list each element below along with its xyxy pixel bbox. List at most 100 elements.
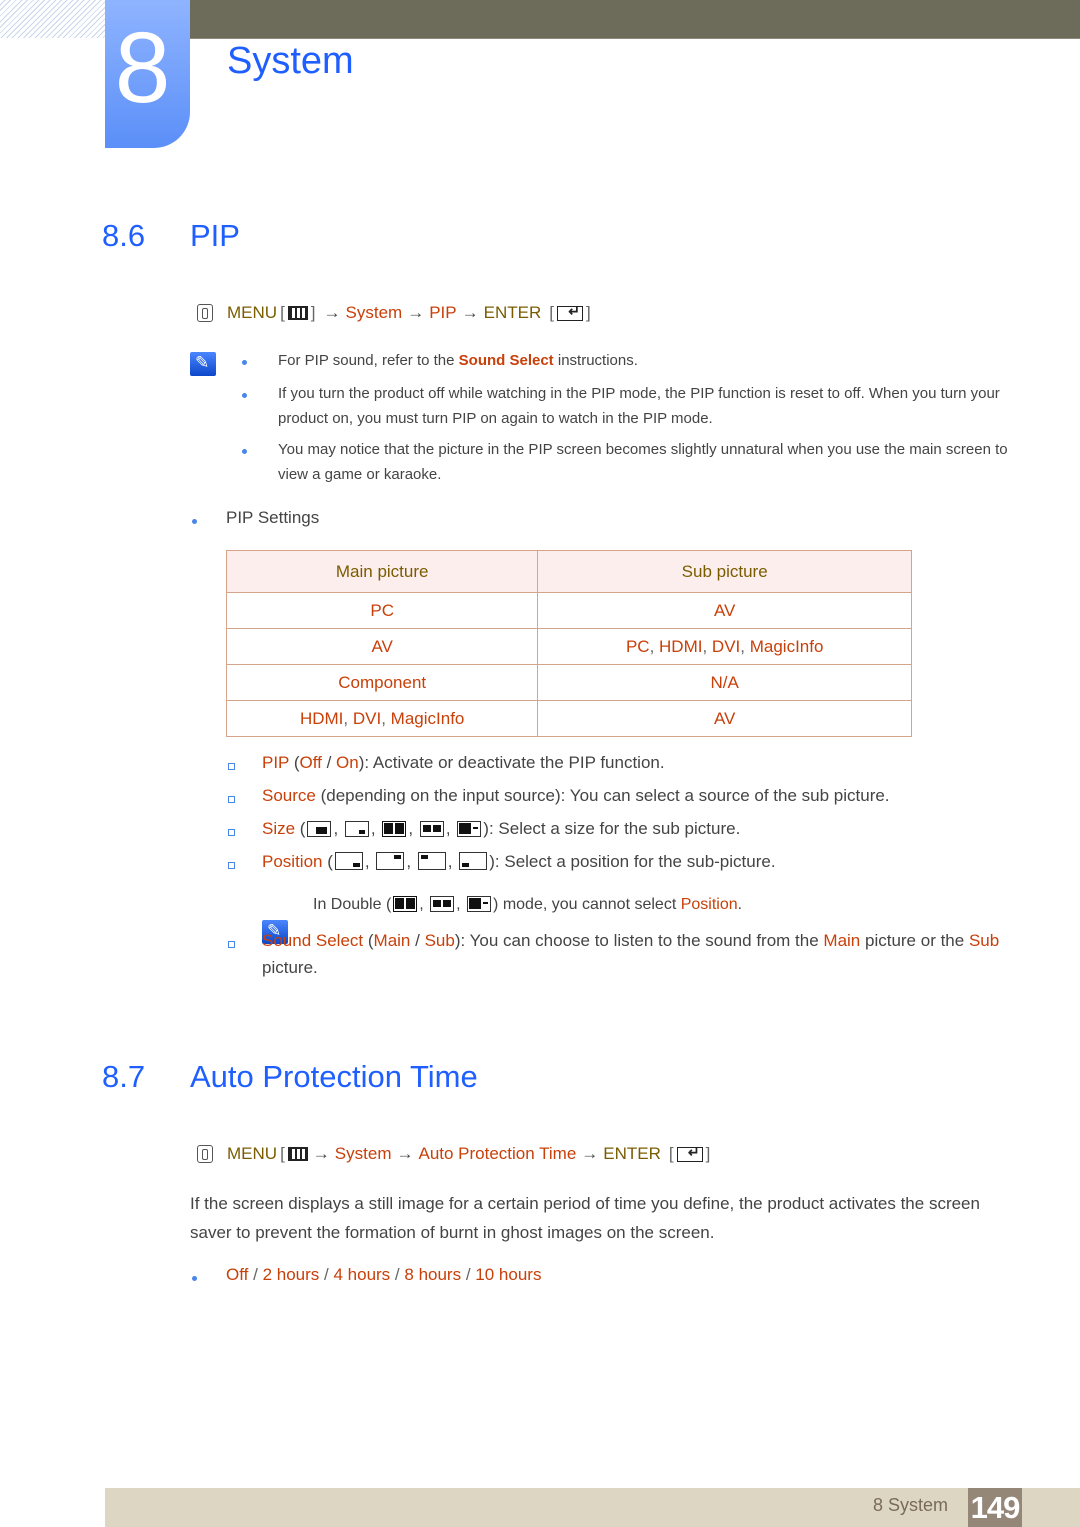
path-step: System [345, 303, 403, 322]
auto-protection-options: Off / 2 hours / 4 hours / 8 hours / 10 h… [226, 1261, 541, 1289]
separator: , [740, 636, 750, 656]
double-mode-note: In Double (, , ) mode, you cannot select… [313, 896, 743, 913]
table-cell-sub: AV [537, 700, 912, 737]
table-row: AV PC, HDMI, DVI, MagicInfo [225, 628, 912, 665]
option-desc: (depending on the input source): You can… [315, 786, 890, 805]
table-cell-sub: N/A [537, 664, 912, 701]
option-source: Source (depending on the input source): … [262, 782, 890, 810]
option-value: Main [373, 931, 411, 950]
option-value: 2 hours [262, 1265, 320, 1284]
note-text: For PIP sound, refer to the [278, 352, 459, 369]
option-value: 8 hours [404, 1265, 462, 1284]
chapter-number: 8 [114, 12, 171, 124]
option-desc: : Select a position for the sub-picture. [494, 852, 776, 871]
table-cell-sub: AV [537, 592, 912, 629]
enter-label: ENTER [603, 1144, 661, 1163]
table-header: Main picture [225, 550, 539, 593]
option-name: Sound Select [262, 931, 364, 950]
bullet-icon [242, 360, 247, 365]
option-name: Source [262, 786, 316, 805]
cell-value: DVI [711, 636, 741, 656]
separator: , [649, 636, 660, 656]
option-desc: : You can choose to listen to the sound … [460, 931, 824, 950]
cell-value: PC [370, 600, 394, 620]
enter-label: ENTER [483, 303, 542, 322]
table-row: PC AV [225, 592, 912, 629]
size-large-pip-icon [307, 821, 332, 837]
cell-value: MagicInfo [390, 708, 465, 728]
size-double-split-icon [393, 896, 418, 912]
option-desc: : Activate or deactivate the PIP functio… [364, 753, 665, 772]
position-top-right-icon [376, 852, 405, 870]
bullet-icon [242, 449, 247, 454]
page-number: 149 [968, 1488, 1022, 1527]
remote-hand-icon [197, 1145, 213, 1163]
table-row: HDMI, DVI, MagicInfo AV [225, 700, 912, 737]
square-bullet-icon [228, 796, 235, 803]
cell-value: MagicInfo [749, 636, 824, 656]
enter-icon [676, 1144, 703, 1162]
table-cell-main: HDMI, DVI, MagicInfo [225, 700, 539, 737]
separator: , [381, 708, 391, 728]
option-name: Position [262, 852, 323, 871]
cell-value: HDMI [659, 636, 703, 656]
table-cell-sub: PC, HDMI, DVI, MagicInfo [537, 628, 912, 665]
separator: / [253, 1265, 258, 1284]
separator: , [343, 708, 353, 728]
option-value: Main [823, 931, 861, 950]
bullet-icon [192, 1276, 197, 1281]
remote-hand-icon [197, 304, 213, 322]
cell-value: DVI [352, 708, 382, 728]
option-value: Off [226, 1265, 249, 1284]
note-text: ) mode, you cannot select [493, 896, 681, 913]
bracket: [ [280, 303, 285, 322]
chapter-title: System [227, 40, 354, 82]
arrow-icon: → [323, 303, 341, 322]
size-double-boxed-icon [419, 821, 444, 837]
header-bar [190, 0, 1080, 39]
table-cell-main: AV [225, 628, 539, 665]
table-row: Component N/A [225, 664, 912, 701]
size-double-large-small-icon [457, 821, 482, 837]
option-value: On [336, 753, 359, 772]
cell-value: N/A [710, 672, 739, 692]
table-header: Sub picture [537, 550, 912, 593]
size-small-pip-icon [344, 821, 369, 837]
position-link: Position [680, 896, 738, 913]
option-sound-select: Sound Select (Main / Sub): You can choos… [262, 931, 1000, 977]
bracket: [ [280, 1144, 285, 1163]
menu-path: MENU [ → System → Auto Protection Time →… [197, 1144, 713, 1164]
arrow-icon: → [312, 1144, 330, 1163]
option-size: Size (, , , , ): Select a size for the s… [262, 819, 741, 838]
option-value: Sub [424, 931, 455, 950]
bracket: ] [705, 1144, 711, 1163]
path-step: System [334, 1144, 392, 1163]
option-name: PIP [262, 753, 290, 772]
arrow-icon: → [581, 1144, 599, 1163]
separator: / [465, 1265, 471, 1284]
sound-select-link: Sound Select [458, 352, 554, 369]
option-desc: : Select a size for the sub picture. [488, 819, 741, 838]
option-name: Size [262, 819, 296, 838]
menu-path: MENU [] → System → PIP → ENTER [] [197, 303, 594, 323]
arrow-icon: → [396, 1144, 414, 1163]
option-value: Sub [968, 931, 1000, 950]
menu-icon [287, 1147, 308, 1161]
size-double-split-icon [382, 821, 407, 837]
arrow-icon: → [407, 303, 425, 322]
arrow-icon: → [461, 303, 479, 322]
path-step: PIP [429, 303, 457, 322]
square-bullet-icon [228, 829, 235, 836]
note-icon [190, 352, 216, 376]
bracket: [ [549, 303, 554, 322]
pip-settings-table: Main picture Sub picture PC AV AV PC, HD… [225, 550, 912, 737]
cell-value: Component [338, 672, 427, 692]
footer-chapter-label: 8 System [873, 1495, 949, 1515]
position-bottom-right-icon [334, 852, 363, 870]
separator: / [324, 1265, 329, 1284]
table-cell-main: PC [225, 592, 539, 629]
section-title: Auto Protection Time [190, 1059, 478, 1094]
separator: / [394, 1265, 400, 1284]
menu-icon [287, 306, 308, 320]
square-bullet-icon [228, 862, 235, 869]
